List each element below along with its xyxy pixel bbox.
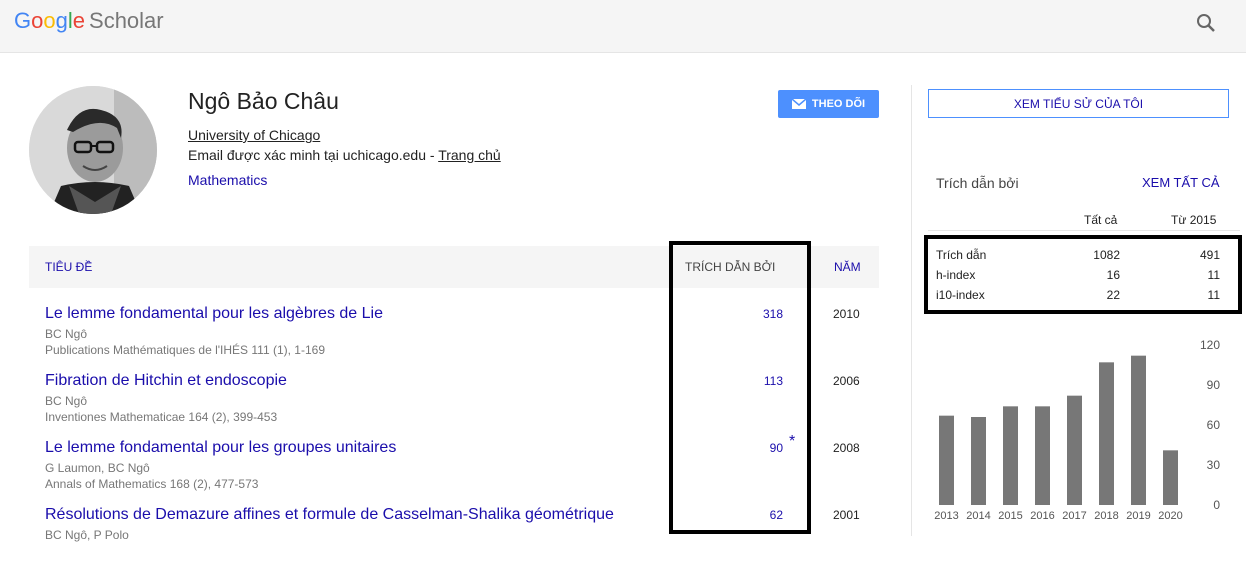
article-venue: Inventiones Mathematicae 164 (2), 399-45…: [45, 410, 278, 424]
article-title-link[interactable]: Le lemme fondamental pour les groupes un…: [45, 439, 396, 457]
logo-letter: o: [43, 8, 56, 33]
chart-bar-2016[interactable]: [1035, 406, 1050, 505]
stats-col-all: Tất cả: [1084, 213, 1118, 227]
logo-letter: o: [31, 8, 44, 33]
article-year: 2008: [833, 441, 860, 455]
article-title-link[interactable]: Fibration de Hitchin et endoscopie: [45, 372, 287, 390]
article-year: 2006: [833, 374, 860, 388]
chart-x-tick: 2016: [1030, 510, 1054, 522]
sort-by-title[interactable]: TIÊU ĐỀ: [45, 260, 92, 274]
column-divider: [911, 85, 912, 536]
chart-x-tick: 2017: [1062, 510, 1086, 522]
chart-y-tick: 90: [1207, 378, 1221, 392]
chart-x-tick: 2019: [1126, 510, 1150, 522]
chart-x-tick: 2014: [966, 510, 990, 522]
avatar: [29, 86, 157, 214]
chart-y-tick: 0: [1213, 498, 1220, 512]
logo-scholar-text: Scholar: [89, 8, 164, 33]
stats-divider: [928, 230, 1240, 231]
article-title-link[interactable]: Le lemme fondamental pour les algèbres d…: [45, 305, 383, 323]
citations-per-year-chart: 2013 2014 2015 2016 2017 2018 2019 2020 0 30 60 90 1…: [934, 338, 1221, 522]
cited-by-heading: Trích dẫn bởi: [936, 175, 1019, 191]
article-authors: BC Ngô, P Polo: [45, 528, 129, 542]
homepage-link[interactable]: Trang chủ: [438, 147, 501, 163]
chart-x-tick: 2013: [934, 510, 958, 522]
search-icon: [1197, 14, 1215, 32]
logo-letter: e: [72, 8, 86, 33]
top-bar: Google Scholar: [0, 0, 1246, 53]
article-venue: Publications Mathématiques de l'IHÉS 111…: [45, 343, 325, 357]
chart-bar-2014[interactable]: [971, 417, 986, 505]
logo-letter: G: [14, 8, 32, 33]
stats-col-since: Từ 2015: [1171, 213, 1217, 227]
chart-y-tick: 30: [1207, 458, 1221, 472]
affiliation-link[interactable]: University of Chicago: [188, 127, 320, 143]
google-scholar-logo[interactable]: Google Scholar: [14, 8, 164, 34]
chart-y-tick: 120: [1200, 338, 1220, 352]
profile-name: Ngô Bảo Châu: [188, 88, 339, 114]
mail-icon: [791, 99, 806, 109]
follow-label: THEO DÕI: [811, 98, 866, 110]
article-year: 2010: [833, 307, 860, 321]
email-text: Email được xác minh tại uchicago.edu -: [188, 147, 439, 163]
stats-highlight: [924, 235, 1242, 314]
chart-x-tick: 2015: [998, 510, 1022, 522]
chart-y-tick: 60: [1207, 418, 1221, 432]
logo-letter: g: [55, 8, 68, 33]
chart-bar-2020[interactable]: [1163, 450, 1178, 505]
article-title-link[interactable]: Résolutions de Demazure affines et formu…: [45, 506, 614, 524]
article-authors: BC Ngô: [45, 327, 88, 341]
follow-button[interactable]: THEO DÕI: [778, 90, 879, 118]
chart-bar-2019[interactable]: [1131, 355, 1146, 505]
article-authors: BC Ngô: [45, 394, 88, 408]
view-my-profile-button[interactable]: XEM TIỂU SỬ CỦA TÔI: [928, 89, 1229, 118]
chart-bar-2015[interactable]: [1003, 406, 1018, 505]
chart-x-tick: 2018: [1094, 510, 1118, 522]
article-authors: G Laumon, BC Ngô: [45, 461, 150, 475]
search-button[interactable]: [1192, 9, 1222, 39]
chart-bar-2013[interactable]: [939, 415, 954, 505]
email-verification: Email được xác minh tại uchicago.edu - T…: [188, 147, 501, 163]
chart-bar-2018[interactable]: [1099, 362, 1114, 505]
sort-by-year[interactable]: NĂM: [834, 260, 861, 274]
research-interest-link[interactable]: Mathematics: [188, 172, 267, 188]
article-venue: Annals of Mathematics 168 (2), 477-573: [45, 477, 259, 491]
citations-column-highlight: [669, 241, 811, 534]
article-year: 2001: [833, 508, 860, 522]
view-all-link[interactable]: XEM TẤT CẢ: [1142, 175, 1220, 190]
chart-x-tick: 2020: [1158, 510, 1182, 522]
chart-bar-2017[interactable]: [1067, 395, 1082, 505]
